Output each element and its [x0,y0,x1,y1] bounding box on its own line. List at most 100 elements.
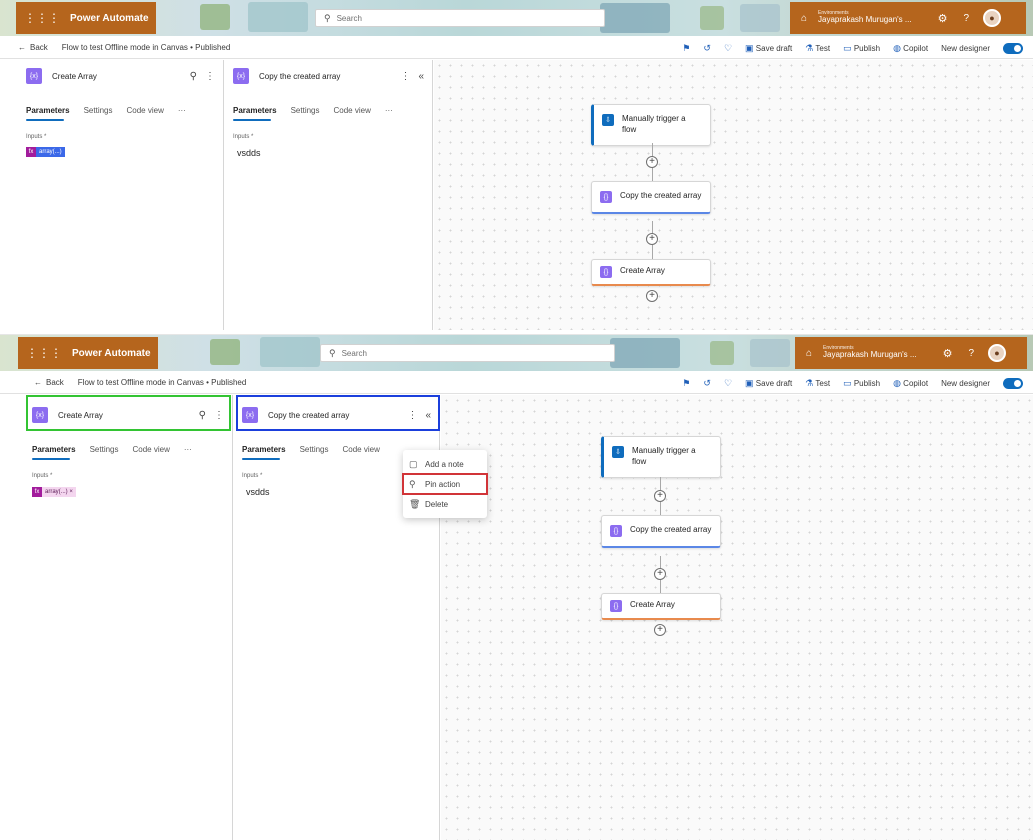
command-bar: ← Back Flow to test Offline mode in Canva… [0,37,1033,59]
environment-label: Environments [818,9,849,16]
fx-icon: fx [32,487,42,497]
fx-icon: fx [26,147,36,157]
insert-step-plus-icon[interactable]: + [646,156,658,168]
new-designer-toggle[interactable] [1003,42,1023,54]
inputs-label: Inputs * [233,134,254,140]
copy-array-node[interactable]: {} Copy the created array [601,515,721,548]
menu-item-add-note[interactable]: ▢ Add a note [403,454,487,474]
app-launcher-brand[interactable]: ⋮⋮⋮ Power Automate [18,337,158,369]
tab-code-view[interactable]: Code view [127,106,164,115]
trash-icon: 🗑 [409,498,421,509]
insert-step-plus-icon[interactable]: + [646,233,658,245]
copilot-button[interactable]: ◍ Copilot [893,43,928,54]
flow-canvas[interactable]: ⇩ Manually trigger a flow + {} Copy the … [441,395,1033,840]
search-input[interactable]: ⚲ Search [320,344,615,362]
pin-icon[interactable]: ⚲ [190,71,197,82]
command-bar: ← Back Flow to test Offline mode in Canva… [0,372,1033,394]
trigger-icon: ⇩ [612,446,624,458]
test-button[interactable]: ⚗ Test [805,43,830,54]
new-designer-toggle[interactable] [1003,377,1023,389]
back-button[interactable]: ← Back [34,378,64,387]
copy-array-panel: {x} Copy the created array ⋮ « Parameter… [225,60,433,330]
avatar[interactable]: ● [988,344,1007,362]
environment-picker[interactable]: ⌂ Environments Jayaprakash Murugan's ...… [790,2,1026,34]
waffle-icon[interactable]: ⋮⋮⋮ [24,11,60,25]
copy-array-node[interactable]: {} Copy the created array [591,181,711,214]
health-icon[interactable]: ♡ [724,43,732,54]
version-history-icon[interactable]: ↺ [703,378,711,389]
tab-code-view[interactable]: Code view [343,445,380,454]
save-icon: ▣ [745,42,754,53]
test-button[interactable]: ⚗ Test [805,378,830,389]
tab-settings[interactable]: Settings [291,106,320,115]
publish-button[interactable]: ▭ Publish [843,378,880,389]
waffle-icon[interactable]: ⋮⋮⋮ [26,346,62,360]
back-button[interactable]: ← Back [18,43,48,52]
test-flask-icon: ⚗ [805,377,814,388]
tab-more[interactable]: ··· [178,106,186,115]
more-options-icon[interactable]: ⋮ [214,410,224,421]
top-banner: ⋮⋮⋮ Power Automate ⚲ Search ⌂ Environmen… [0,0,1033,36]
tab-settings[interactable]: Settings [90,445,119,454]
tab-parameters[interactable]: Parameters [26,106,70,121]
menu-item-pin-action[interactable]: ⚲ Pin action [402,473,488,495]
tab-parameters[interactable]: Parameters [32,445,76,460]
environment-icon: ⌂ [800,12,808,24]
more-options-icon[interactable]: ⋮ [400,71,410,82]
flow-checker-icon[interactable]: ⚑ [682,43,690,54]
help-icon[interactable]: ? [968,348,974,359]
version-history-icon[interactable]: ↺ [703,43,711,54]
trigger-node[interactable]: ⇩ Manually trigger a flow [601,436,721,478]
menu-item-delete[interactable]: 🗑 Delete [403,494,487,514]
flow-canvas[interactable]: ⇩ Manually trigger a flow + {} Copy the … [434,60,1033,330]
settings-gear-icon[interactable]: ⚙ [943,347,953,360]
publish-icon: ▭ [843,377,852,388]
save-draft-button[interactable]: ▣ Save draft [745,43,792,54]
copilot-icon: ◍ [893,42,901,53]
screenshot-before: ⋮⋮⋮ Power Automate ⚲ Search ⌂ Environmen… [0,0,1033,330]
back-arrow-icon: ← [34,378,42,387]
insert-step-plus-icon[interactable]: + [654,490,666,502]
tab-code-view[interactable]: Code view [133,445,170,454]
tab-settings[interactable]: Settings [300,445,329,454]
screenshot-after: ⋮⋮⋮ Power Automate ⚲ Search ⌂ Environmen… [0,334,1033,840]
help-icon[interactable]: ? [963,13,969,24]
health-icon[interactable]: ♡ [724,378,732,389]
add-step-plus-icon[interactable]: + [646,290,658,302]
app-name: Power Automate [72,347,151,359]
trigger-node[interactable]: ⇩ Manually trigger a flow [591,104,711,146]
create-array-node[interactable]: {} Create Array [601,593,721,620]
create-array-node[interactable]: {} Create Array [591,259,711,286]
settings-gear-icon[interactable]: ⚙ [938,12,948,25]
pin-icon[interactable]: ⚲ [199,410,206,421]
tab-more[interactable]: ··· [184,445,192,454]
collapse-icon[interactable]: « [418,71,424,82]
new-designer-label: New designer [941,43,990,53]
app-launcher-brand[interactable]: ⋮⋮⋮ Power Automate [16,2,156,34]
expression-token[interactable]: fx array(...) [26,147,65,157]
publish-button[interactable]: ▭ Publish [843,43,880,54]
add-step-plus-icon[interactable]: + [654,624,666,636]
expression-token[interactable]: fx array(...) × [32,487,76,497]
inputs-value[interactable]: vsdds [237,148,261,158]
tab-settings[interactable]: Settings [84,106,113,115]
publish-icon: ▭ [843,42,852,53]
search-placeholder: Search [341,348,367,358]
avatar[interactable]: ● [983,9,1002,27]
tab-parameters[interactable]: Parameters [233,106,277,121]
inputs-label: Inputs * [32,473,53,479]
save-draft-button[interactable]: ▣ Save draft [745,378,792,389]
insert-step-plus-icon[interactable]: + [654,568,666,580]
environment-picker[interactable]: ⌂ Environments Jayaprakash Murugan's ...… [795,337,1027,369]
tab-code-view[interactable]: Code view [334,106,371,115]
tab-more[interactable]: ··· [385,106,393,115]
inputs-value[interactable]: vsdds [246,487,270,497]
tab-parameters[interactable]: Parameters [242,445,286,460]
collapse-icon[interactable]: « [425,410,431,421]
more-options-icon[interactable]: ⋮ [407,410,417,421]
copilot-button[interactable]: ◍ Copilot [893,378,928,389]
search-input[interactable]: ⚲ Search [315,9,605,27]
more-options-icon[interactable]: ⋮ [205,71,215,82]
environment-label: Environments [823,344,854,351]
flow-checker-icon[interactable]: ⚑ [682,378,690,389]
